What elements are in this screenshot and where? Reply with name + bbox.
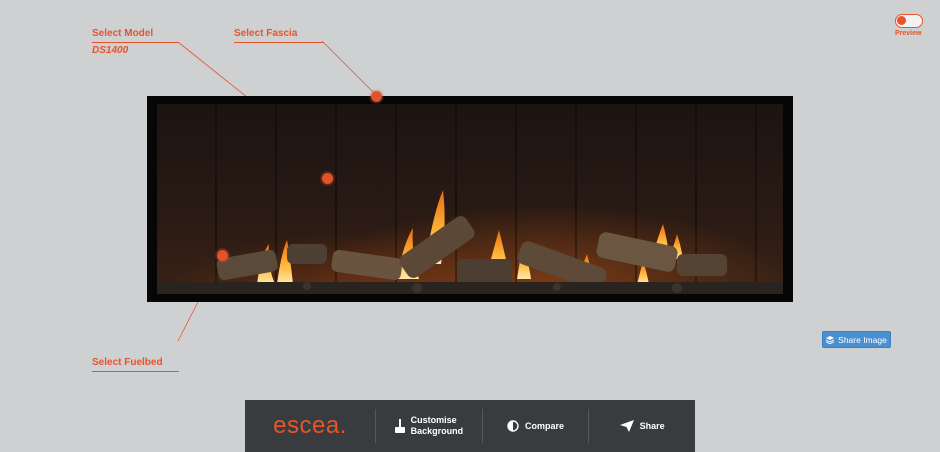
preview-label: Preview bbox=[895, 30, 922, 37]
compare-button[interactable]: Compare bbox=[481, 409, 589, 443]
fuelbed-hotspot[interactable] bbox=[217, 250, 228, 261]
fireplace-fascia bbox=[147, 96, 793, 302]
log bbox=[287, 244, 327, 264]
share-image-label: Share Image bbox=[838, 334, 887, 345]
log bbox=[457, 259, 512, 283]
fascia-leader-line bbox=[321, 40, 377, 96]
model-hotspot[interactable] bbox=[322, 173, 333, 184]
customise-background-button[interactable]: Customise Background bbox=[375, 409, 482, 443]
customise-label: Customise bbox=[410, 415, 457, 425]
log bbox=[596, 232, 678, 272]
fascia-hotspot[interactable] bbox=[371, 91, 382, 102]
share-label: Share bbox=[639, 421, 665, 431]
select-model-label[interactable]: Select Model bbox=[92, 28, 179, 43]
background-label: Background bbox=[410, 426, 464, 436]
ember-bed bbox=[157, 282, 783, 294]
share-button[interactable]: Share bbox=[588, 409, 695, 443]
log bbox=[677, 254, 727, 276]
paper-plane-icon bbox=[619, 420, 634, 432]
layers-icon bbox=[826, 335, 835, 344]
contrast-icon bbox=[507, 420, 519, 432]
select-fascia-label[interactable]: Select Fascia bbox=[234, 28, 323, 43]
select-fuelbed-label[interactable]: Select Fuelbed bbox=[92, 357, 179, 372]
logo-text: escea bbox=[273, 412, 340, 439]
log bbox=[331, 250, 403, 280]
paint-roller-icon bbox=[394, 419, 405, 433]
share-image-button[interactable]: Share Image bbox=[822, 331, 891, 348]
fireplace-firebox bbox=[157, 104, 783, 294]
escea-logo: escea. bbox=[273, 412, 347, 439]
fire-illustration bbox=[157, 190, 783, 294]
model-value: DS1400 bbox=[92, 45, 129, 56]
bottom-toolbar: escea. Customise Background Compare Shar… bbox=[245, 400, 695, 452]
compare-label: Compare bbox=[525, 421, 565, 431]
preview-toggle[interactable] bbox=[895, 14, 923, 28]
preview-toggle-knob bbox=[897, 16, 906, 25]
